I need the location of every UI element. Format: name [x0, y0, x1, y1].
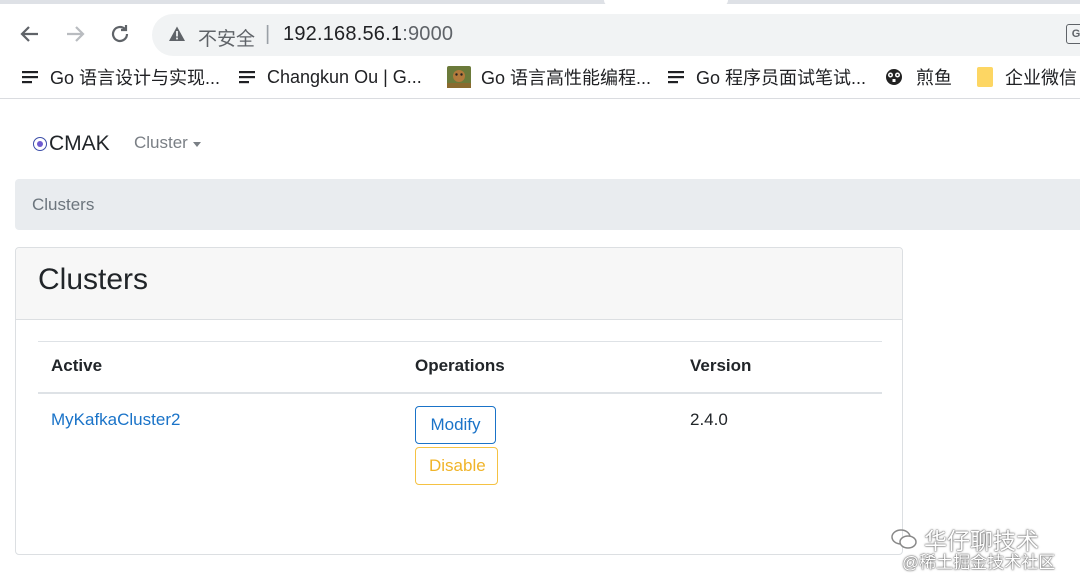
cluster-name-link[interactable]: MyKafkaCluster2	[51, 410, 180, 430]
warning-triangle-icon[interactable]	[168, 25, 186, 43]
bookmark-item[interactable]: 煎鱼	[882, 56, 952, 98]
address-bar[interactable]: 不安全 | 192.168.56.1:9000	[152, 14, 1080, 56]
cmak-logo-icon	[33, 137, 47, 151]
column-header-active: Active	[51, 356, 103, 375]
wechat-icon	[891, 529, 917, 549]
back-button[interactable]	[14, 18, 46, 50]
column-header-operations: Operations	[415, 356, 505, 375]
not-secure-label[interactable]: 不安全	[198, 24, 255, 51]
bookmark-label: Go 程序员面试笔试...	[696, 68, 867, 88]
caret-down-icon	[192, 141, 201, 147]
url-port: :9000	[402, 23, 454, 45]
url-host: 192.168.56.1	[283, 23, 403, 45]
bookmark-item[interactable]: Go 语言高性能编程...	[447, 56, 651, 98]
browser-toolbar: 不安全 | 192.168.56.1:9000 G	[0, 4, 1080, 56]
url-text[interactable]: 192.168.56.1:9000	[283, 23, 453, 46]
address-separator: |	[265, 23, 271, 45]
clusters-card: Clusters Active Operations Version MyKaf…	[15, 247, 903, 555]
bookmark-item[interactable]: Go 程序员面试笔试...	[666, 56, 866, 98]
modify-button[interactable]: Modify	[415, 406, 496, 444]
table-header-border	[38, 392, 882, 394]
bookmark-label: Go 语言设计与实现...	[50, 68, 221, 88]
bookmarks-bar: Go 语言设计与实现... Changkun Ou | G... Go 语言高性…	[0, 56, 1080, 99]
cluster-version: 2.4.0	[690, 410, 728, 429]
bookmark-item[interactable]: Changkun Ou | G...	[237, 56, 422, 98]
table-top-border	[38, 341, 882, 342]
watermark-subtitle: @稀土掘金技术社区	[902, 553, 1056, 572]
breadcrumb: Clusters	[15, 179, 1080, 230]
reload-button[interactable]	[104, 18, 136, 50]
bookmark-item[interactable]: 企业微信	[975, 56, 1077, 98]
card-header: Clusters	[16, 248, 902, 320]
disable-button[interactable]: Disable	[415, 447, 498, 485]
brand-text: CMAK	[49, 132, 110, 155]
cluster-dropdown-label: Cluster	[134, 133, 188, 152]
folder-icon	[975, 66, 995, 88]
arrow-right-icon	[67, 26, 85, 42]
brand-link[interactable]: CMAK	[33, 132, 110, 156]
lines-icon	[237, 69, 257, 85]
lines-icon	[666, 69, 686, 85]
breadcrumb-current: Clusters	[32, 195, 95, 214]
lines-icon	[20, 69, 40, 85]
bookmark-item[interactable]: Go 语言设计与实现...	[20, 56, 220, 98]
column-header-version: Version	[690, 356, 752, 375]
gopher-image-icon	[447, 66, 471, 88]
bookmark-label: Go 语言高性能编程...	[481, 68, 652, 88]
bookmark-label: Changkun Ou | G...	[267, 66, 422, 87]
card-title: Clusters	[38, 263, 149, 296]
app-navbar: CMAK Cluster	[0, 102, 1080, 178]
bookmark-label: 煎鱼	[916, 68, 952, 88]
arrow-left-icon	[20, 26, 38, 42]
gopher-bw-icon	[882, 66, 906, 88]
cluster-dropdown[interactable]: Cluster	[134, 133, 201, 153]
translate-extension-icon[interactable]: G	[1066, 24, 1080, 44]
forward-button[interactable]	[59, 18, 91, 50]
reload-icon	[111, 25, 129, 43]
bookmark-label: 企业微信	[1005, 68, 1077, 88]
